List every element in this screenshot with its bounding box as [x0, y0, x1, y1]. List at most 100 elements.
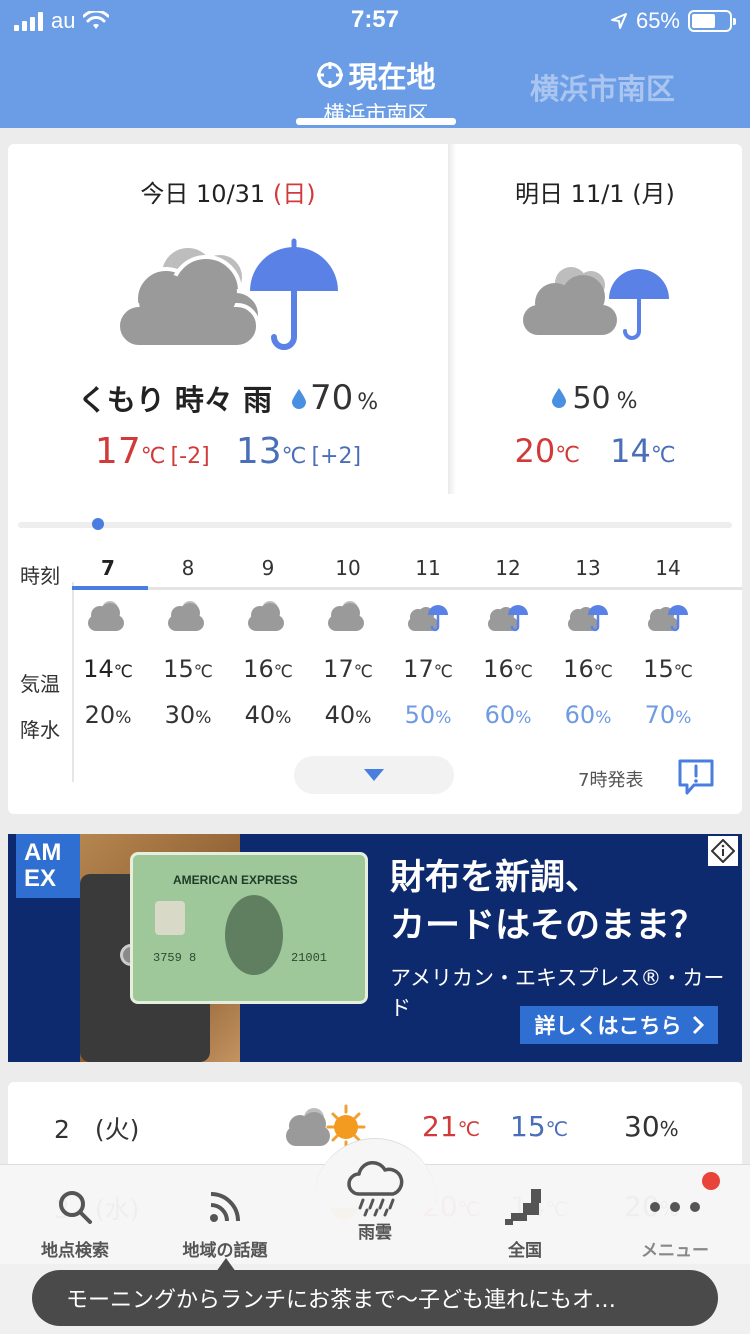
today-date: 今日 10/31 [140, 180, 266, 208]
tab-current-location[interactable]: 現在地 横浜市南区 [296, 54, 456, 128]
hour-column: 7 14℃ 20% [68, 556, 148, 738]
hour-time: 11 [415, 556, 441, 580]
hour-time: 9 [261, 556, 275, 580]
topic-toast[interactable]: モーニングからランチにお茶まで〜子ども連れにもオ… [32, 1270, 718, 1326]
ad-info-icon[interactable] [708, 836, 738, 866]
hourly-scroll-thumb[interactable] [92, 518, 104, 530]
hour-time: 13 [575, 556, 601, 580]
hour-column: 9 16℃ 40% [228, 556, 308, 738]
rain-cloud-icon [347, 1161, 404, 1217]
hour-temp: 16℃ [563, 655, 613, 683]
hour-time: 12 [495, 556, 521, 580]
feedback-icon [678, 759, 714, 795]
amex-logo: AM EX [16, 834, 80, 898]
tomorrow-precip: 50 [572, 381, 611, 416]
hour-temp: 16℃ [243, 655, 293, 683]
more-dots-icon [650, 1202, 700, 1212]
hour-time: 14 [655, 556, 681, 580]
chevron-down-icon [364, 769, 384, 781]
battery-icon [688, 10, 736, 32]
hour-precip: 20% [84, 701, 132, 729]
hour-column: 12 16℃ 60% [468, 556, 548, 738]
centurion-emblem [225, 895, 283, 975]
hour-temp: 15℃ [643, 655, 693, 683]
hour-column: 13 16℃ 60% [548, 556, 628, 738]
hour-time: 10 [335, 556, 361, 580]
issued-time: 7時発表 [578, 770, 644, 791]
crosshair-icon [317, 62, 344, 88]
rss-icon [210, 1192, 240, 1222]
label-time: 時刻 [20, 564, 60, 588]
hour-precip: 70% [644, 701, 692, 729]
cloud-umbrella-icon [568, 605, 608, 632]
ad-banner[interactable]: AM EX AMERICAN EXPRESS 3759 8 21001 財布を新… [8, 834, 742, 1062]
hour-column: 11 17℃ 50% [388, 556, 468, 738]
week-date: 2 (火) [54, 1115, 140, 1144]
expand-hourly-button[interactable] [294, 756, 454, 794]
search-icon [59, 1191, 92, 1224]
hour-time: 7 [101, 556, 115, 580]
hour-precip: 60% [484, 701, 532, 729]
week-high: 21℃ [422, 1110, 481, 1143]
hour-temp: 14℃ [83, 655, 133, 683]
cloud-umbrella-icon [116, 238, 338, 350]
ad-cta-button[interactable]: 詳しくはこちら [520, 1006, 718, 1044]
cloud-umbrella-icon [408, 605, 448, 632]
tomorrow-forecast[interactable]: 明日 11/1 (月) 50% 20℃ 14℃ [448, 144, 742, 470]
hour-precip: 50% [404, 701, 452, 729]
today-high-diff: [-2] [170, 444, 210, 469]
label-precip: 降水 [20, 718, 60, 742]
hour-precip: 40% [324, 701, 372, 729]
hour-column: 10 17℃ 40% [308, 556, 388, 738]
hour-column: 14 15℃ 70% [628, 556, 708, 738]
hour-column: 8 15℃ 30% [148, 556, 228, 738]
status-bar: au 7:57 65% [0, 0, 750, 40]
battery-percent: 65% [635, 8, 680, 33]
chevron-right-icon [692, 1015, 704, 1035]
cloud-umbrella-icon [648, 605, 688, 632]
today-weekday: (日) [272, 180, 316, 208]
nav-nationwide[interactable]: 全国 [450, 1178, 600, 1261]
label-temp: 気温 [20, 672, 60, 696]
raindrop-icon [292, 389, 307, 409]
hour-temp: 16℃ [483, 655, 533, 683]
today-precip: 70 [310, 378, 354, 418]
today-high: 17 [94, 431, 141, 472]
hour-temp: 17℃ [403, 655, 453, 683]
tomorrow-low: 14 [610, 432, 651, 470]
nav-local-topics[interactable]: 地域の話題 [150, 1178, 300, 1261]
tomorrow-date: 明日 11/1 (月) [515, 180, 675, 208]
forecast-card: 今日 10/31 (日) くもり 時々 雨 70% 17℃ [-2] 13℃ [… [8, 144, 742, 814]
week-precip: 30% [624, 1110, 679, 1143]
hour-temp: 17℃ [323, 655, 373, 683]
hour-temp: 15℃ [163, 655, 213, 683]
hour-precip: 60% [564, 701, 612, 729]
feedback-button[interactable] [676, 758, 716, 800]
chip-icon [155, 901, 185, 935]
hourly-forecast[interactable]: 時刻 気温 降水 7 14℃ 20% 8 15℃ 30% 9 16℃ 40% 10 17℃ 40% 11… [8, 544, 742, 782]
nav-search[interactable]: 地点検索 [0, 1178, 150, 1261]
hour-precip: 40% [244, 701, 292, 729]
cloud-umbrella-icon [488, 605, 528, 632]
today-forecast[interactable]: 今日 10/31 (日) くもり 時々 雨 70% 17℃ [-2] 13℃ [… [8, 144, 448, 472]
hourly-scrollbar[interactable] [18, 522, 732, 528]
cloud-umbrella-icon [523, 267, 669, 340]
ad-headline: 財布を新調、 カードはそのまま？ [390, 858, 706, 946]
nav-rain-radar[interactable]: 雨雲 [300, 1161, 450, 1243]
raindrop-icon [552, 388, 567, 408]
app-header: au 7:57 65% 現在地 横浜市南区 横浜市南区 [0, 0, 750, 128]
hour-precip: 30% [164, 701, 212, 729]
today-low: 13 [235, 431, 282, 472]
cloud-icon [328, 601, 364, 631]
cloud-icon [168, 601, 204, 631]
active-tab-indicator [296, 118, 456, 125]
hour-time: 8 [181, 556, 195, 580]
notification-badge [702, 1172, 720, 1190]
tab-current-title: 現在地 [348, 60, 436, 94]
today-low-diff: [+2] [311, 444, 362, 469]
nav-menu[interactable]: メニュー [600, 1178, 750, 1261]
location-arrow-icon [610, 13, 627, 29]
today-condition: くもり 時々 雨 [77, 383, 273, 417]
tab-yokohama-minami[interactable]: 横浜市南区 [530, 66, 675, 108]
week-low: 15℃ [510, 1110, 569, 1143]
